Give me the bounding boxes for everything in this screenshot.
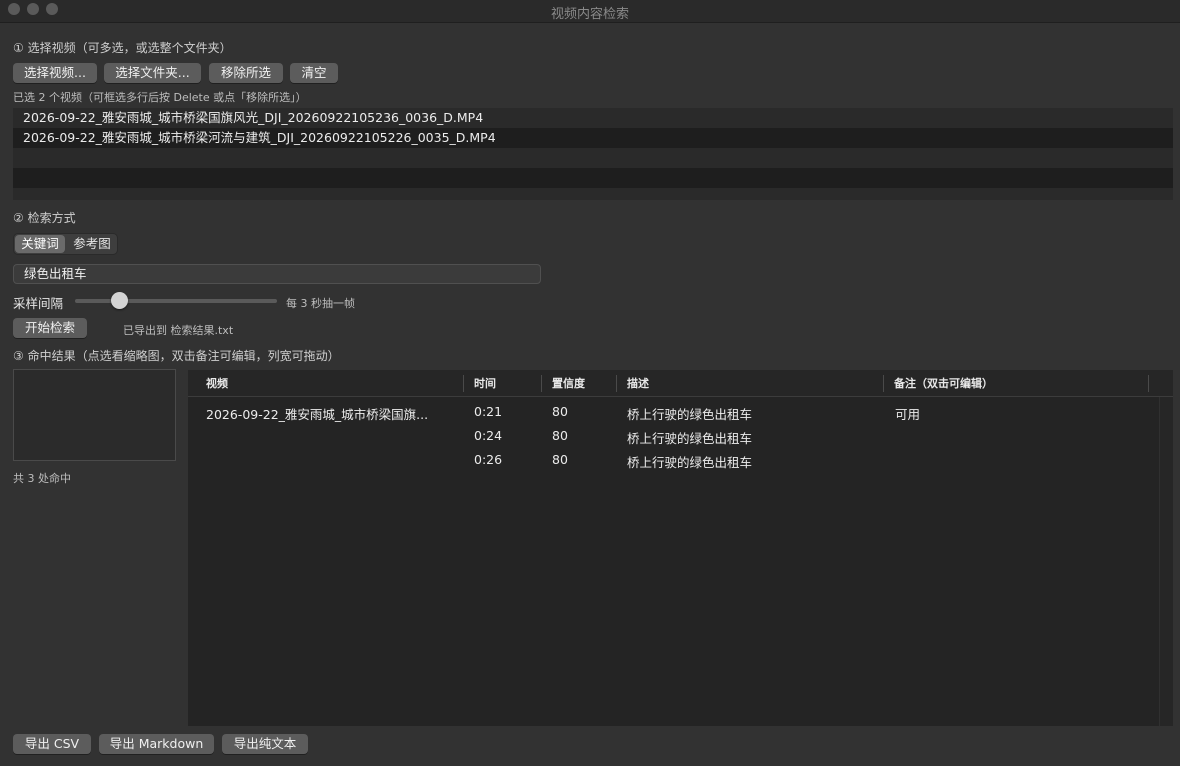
cell-description[interactable]: 桥上行驶的绿色出租车	[627, 428, 752, 447]
column-divider[interactable]	[463, 375, 464, 392]
video-file-list[interactable]: 2026-09-22_雅安雨城_城市桥梁国旗风光_DJI_20260922105…	[13, 108, 1173, 200]
results-table-scrollbar[interactable]	[1159, 397, 1173, 726]
cell-confidence[interactable]: 80	[552, 404, 568, 419]
choose-videos-button[interactable]: 选择视频...	[13, 63, 97, 83]
cell-description[interactable]: 桥上行驶的绿色出租车	[627, 404, 752, 423]
interval-value-text: 每 3 秒抽一帧	[286, 297, 355, 310]
step3-label: ③ 命中结果（点选看缩略图，双击备注可编辑，列宽可拖动）	[13, 349, 340, 363]
cell-time[interactable]: 0:24	[474, 428, 502, 443]
column-divider[interactable]	[1148, 375, 1149, 392]
search-mode-segmented-control: 关键词 参考图	[13, 233, 118, 255]
window-title: 视频内容检索	[550, 7, 629, 22]
export-status-text: 已导出到 检索结果.txt	[123, 324, 234, 337]
export-text-button[interactable]: 导出纯文本	[222, 734, 308, 754]
column-divider[interactable]	[616, 375, 617, 392]
hit-count-text: 共 3 处命中	[13, 472, 71, 485]
results-table-header: 视频 时间 置信度 描述 备注（双击可编辑）	[188, 370, 1173, 397]
clear-button[interactable]: 清空	[290, 63, 338, 83]
step1-label: ① 选择视频（可多选，或选整个文件夹）	[13, 41, 232, 55]
cell-time[interactable]: 0:26	[474, 452, 502, 467]
cell-note[interactable]: 可用	[895, 404, 920, 423]
column-divider[interactable]	[883, 375, 884, 392]
column-divider[interactable]	[541, 375, 542, 392]
column-header-video[interactable]: 视频	[198, 370, 228, 397]
file-list-empty-row	[13, 148, 1173, 168]
cell-description[interactable]: 桥上行驶的绿色出租车	[627, 452, 752, 471]
column-header-description[interactable]: 描述	[619, 370, 649, 397]
export-csv-button[interactable]: 导出 CSV	[13, 734, 91, 754]
selected-count-hint: 已选 2 个视频（可框选多行后按 Delete 或点「移除所选」）	[13, 91, 307, 104]
results-table[interactable]: 视频 时间 置信度 描述 备注（双击可编辑） 2026-09-22_雅安雨城_城…	[188, 370, 1173, 726]
file-list-item[interactable]: 2026-09-22_雅安雨城_城市桥梁国旗风光_DJI_20260922105…	[13, 108, 1173, 128]
app-window: 视频内容检索 ① 选择视频（可多选，或选整个文件夹） 选择视频... 选择文件夹…	[0, 0, 1180, 766]
step2-label: ② 检索方式	[13, 211, 76, 225]
cell-video[interactable]: 2026-09-22_雅安雨城_城市桥梁国旗...	[206, 404, 428, 423]
file-list-empty-row	[13, 188, 1173, 200]
mode-reference-image-tab[interactable]: 参考图	[67, 235, 117, 253]
file-list-item[interactable]: 2026-09-22_雅安雨城_城市桥梁河流与建筑_DJI_2026092210…	[13, 128, 1173, 148]
title-bar: 视频内容检索	[0, 0, 1180, 23]
interval-slider-thumb[interactable]	[111, 292, 128, 309]
column-header-time[interactable]: 时间	[466, 370, 496, 397]
mode-keyword-tab[interactable]: 关键词	[15, 235, 65, 253]
interval-label: 采样间隔	[13, 296, 64, 311]
choose-folder-button[interactable]: 选择文件夹...	[104, 63, 201, 83]
start-search-button[interactable]: 开始检索	[13, 318, 87, 338]
column-header-confidence[interactable]: 置信度	[544, 370, 585, 397]
cell-time[interactable]: 0:21	[474, 404, 502, 419]
export-markdown-button[interactable]: 导出 Markdown	[99, 734, 214, 754]
column-header-note[interactable]: 备注（双击可编辑）	[886, 370, 993, 397]
thumbnail-preview	[13, 369, 176, 461]
interval-slider-track[interactable]	[75, 299, 277, 303]
cell-confidence[interactable]: 80	[552, 452, 568, 467]
keyword-input[interactable]: 绿色出租车	[13, 264, 541, 284]
cell-confidence[interactable]: 80	[552, 428, 568, 443]
file-list-empty-row	[13, 168, 1173, 188]
remove-selected-button[interactable]: 移除所选	[209, 63, 283, 83]
